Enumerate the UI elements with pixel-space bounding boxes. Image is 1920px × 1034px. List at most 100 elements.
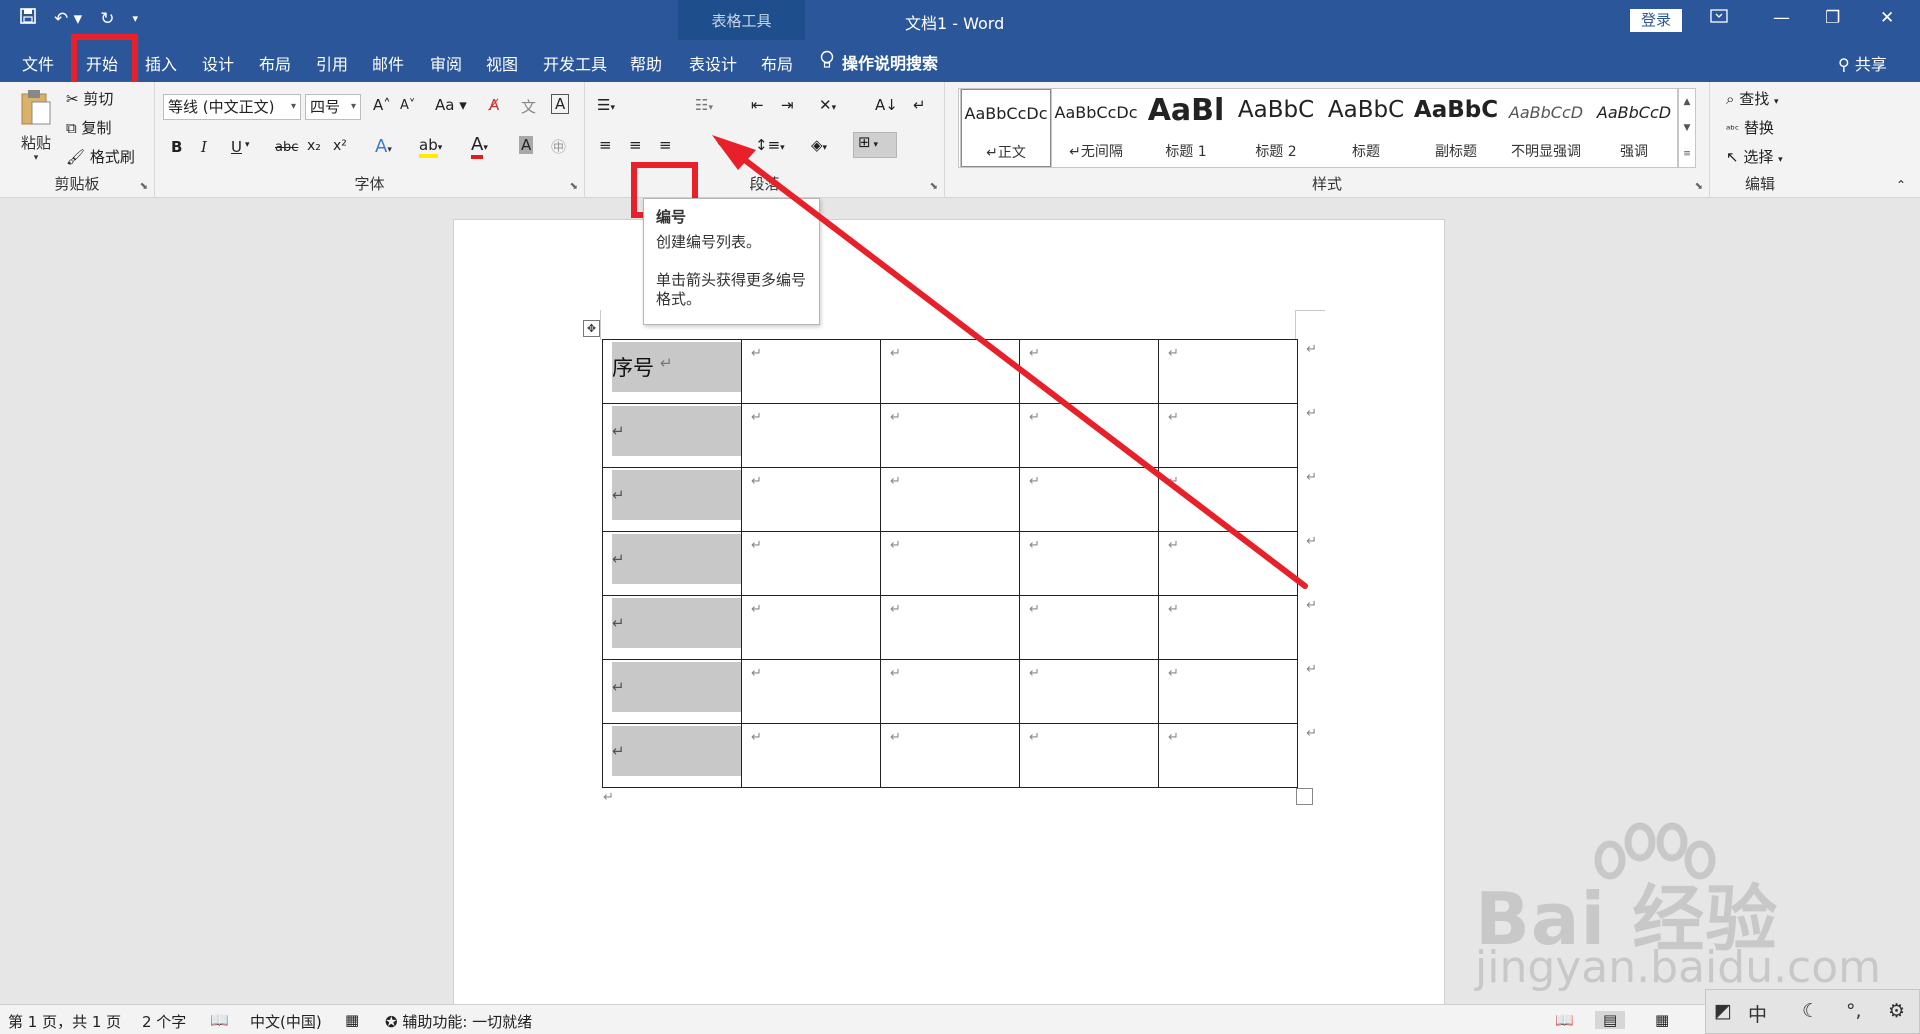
- italic-button[interactable]: I: [201, 138, 207, 156]
- sort-button[interactable]: A↓: [875, 96, 898, 114]
- minimize-icon[interactable]: —: [1773, 8, 1790, 28]
- tab-developer[interactable]: 开发工具: [543, 51, 607, 75]
- style-subtle-emphasis[interactable]: AaBbCcD 不明显强调: [1501, 89, 1591, 167]
- table-cell[interactable]: ↵ ↵: [1158, 723, 1317, 788]
- close-icon[interactable]: ✕: [1880, 8, 1894, 28]
- format-painter-button[interactable]: 🖌 格式刷: [66, 146, 135, 167]
- language-indicator[interactable]: 中文(中国): [250, 1011, 322, 1032]
- char-shading-button[interactable]: A: [519, 136, 534, 154]
- styles-launcher-icon[interactable]: ⬊: [1695, 181, 1703, 192]
- word-count[interactable]: 2 个字: [142, 1011, 186, 1032]
- tell-me-search[interactable]: 操作说明搜索: [820, 50, 938, 74]
- table-cell[interactable]: ↵: [602, 467, 742, 532]
- table-cell[interactable]: ↵ ↵: [1158, 403, 1317, 468]
- bullets-button[interactable]: ☰▾: [597, 96, 615, 114]
- show-marks-button[interactable]: ↵: [913, 96, 926, 114]
- superscript-button[interactable]: x²: [333, 138, 347, 154]
- grow-font-button[interactable]: A˄: [373, 96, 391, 114]
- align-center-button[interactable]: ≡: [629, 136, 642, 154]
- font-size-combo[interactable]: 四号 ▾: [305, 94, 361, 120]
- style-emphasis[interactable]: AaBbCcD 强调: [1589, 89, 1679, 167]
- ime-language[interactable]: 中: [1748, 1000, 1767, 1027]
- chevron-up-icon[interactable]: ▲: [1679, 89, 1695, 115]
- table-cell[interactable]: 序号 ↵: [602, 339, 742, 404]
- table-cell[interactable]: ↵: [1019, 723, 1159, 788]
- table-cell[interactable]: ↵: [1019, 531, 1159, 596]
- macro-recording-icon[interactable]: ▦: [345, 1011, 359, 1029]
- tab-insert[interactable]: 插入: [145, 51, 177, 75]
- replace-button[interactable]: ᵃᵇᶜ 替换: [1726, 117, 1774, 138]
- clear-formatting-button[interactable]: A̸: [489, 96, 499, 114]
- gear-icon[interactable]: ⚙: [1888, 1000, 1905, 1022]
- table-cell[interactable]: ↵: [602, 403, 742, 468]
- login-button[interactable]: 登录: [1630, 9, 1682, 32]
- table-cell[interactable]: ↵ ↵: [1158, 339, 1317, 404]
- underline-dropdown-icon[interactable]: ▾: [245, 140, 250, 150]
- paragraph-launcher-icon[interactable]: ⬊: [930, 181, 938, 192]
- tab-view[interactable]: 视图: [486, 51, 518, 75]
- restore-icon[interactable]: ❐: [1825, 8, 1840, 28]
- find-button[interactable]: ⌕ 查找 ▾: [1726, 88, 1779, 109]
- table-cell[interactable]: ↵: [880, 467, 1020, 532]
- table-resize-handle[interactable]: [1296, 788, 1313, 805]
- read-mode-icon[interactable]: 📖: [1555, 1011, 1574, 1029]
- chevron-down-icon[interactable]: ▼: [1679, 115, 1695, 141]
- text-effects-button[interactable]: A▾: [375, 136, 392, 157]
- highlight-button[interactable]: ab▾: [419, 136, 442, 158]
- borders-button[interactable]: ⊞ ▾: [853, 132, 897, 158]
- table-cell[interactable]: ↵ ↵: [1158, 467, 1317, 532]
- table-cell[interactable]: ↵: [1019, 659, 1159, 724]
- align-left-button[interactable]: ≡: [599, 136, 612, 154]
- change-case-button[interactable]: Aa ▾: [435, 96, 467, 114]
- enclose-chars-button[interactable]: ㊥: [551, 136, 566, 157]
- ribbon-display-options-icon[interactable]: [1710, 8, 1728, 28]
- table-cell[interactable]: ↵: [741, 595, 881, 660]
- page-count[interactable]: 第 1 页，共 1 页: [8, 1011, 121, 1032]
- table-cell[interactable]: ↵ ↵: [1158, 659, 1317, 724]
- style-heading-2[interactable]: AaBbC 标题 2: [1231, 89, 1321, 167]
- shrink-font-button[interactable]: A˅: [400, 98, 415, 113]
- table-cell[interactable]: ↵: [602, 659, 742, 724]
- tab-table-design[interactable]: 表设计: [689, 51, 737, 75]
- increase-indent-button[interactable]: ⇥: [781, 96, 794, 114]
- table-cell[interactable]: ↵: [741, 659, 881, 724]
- web-layout-icon[interactable]: ▦: [1655, 1011, 1669, 1029]
- paste-dropdown-icon[interactable]: ▾: [14, 153, 58, 163]
- table-move-handle-icon[interactable]: ✥: [583, 320, 600, 337]
- tab-review[interactable]: 审阅: [430, 51, 462, 75]
- font-launcher-icon[interactable]: ⬊: [570, 181, 578, 192]
- shading-button[interactable]: ◈▾: [811, 136, 827, 154]
- paste-button[interactable]: 粘贴 ▾: [14, 88, 58, 163]
- font-color-button[interactable]: A▾: [471, 134, 488, 159]
- table-cell[interactable]: ↵: [880, 659, 1020, 724]
- table-cell[interactable]: ↵: [602, 723, 742, 788]
- table-cell[interactable]: ↵: [602, 531, 742, 596]
- ime-mode-icon[interactable]: ◩: [1714, 1000, 1732, 1022]
- table-cell[interactable]: ↵ ↵: [1158, 595, 1317, 660]
- tab-file[interactable]: 文件: [22, 51, 54, 75]
- table-cell[interactable]: ↵: [741, 531, 881, 596]
- tab-design[interactable]: 设计: [202, 51, 234, 75]
- table-cell[interactable]: ↵: [1019, 595, 1159, 660]
- table-cell[interactable]: ↵: [1019, 467, 1159, 532]
- bold-button[interactable]: B: [171, 138, 182, 156]
- font-name-combo[interactable]: 等线 (中文正文) ▾: [163, 94, 301, 120]
- undo-icon[interactable]: ↶ ▾: [54, 9, 82, 29]
- tab-layout[interactable]: 布局: [259, 51, 291, 75]
- distributed-button[interactable]: ⇔: [717, 134, 730, 152]
- share-button[interactable]: ⚲ 共享: [1838, 51, 1887, 75]
- accessibility-status[interactable]: ✪ 辅助功能: 一切就绪: [385, 1011, 532, 1032]
- table-cell[interactable]: ↵: [880, 595, 1020, 660]
- clipboard-launcher-icon[interactable]: ⬊: [140, 181, 148, 192]
- asian-layout-button[interactable]: ✕▾: [819, 96, 836, 114]
- styles-gallery-scroll[interactable]: ▲ ▼ ≡: [1678, 88, 1696, 168]
- style-normal[interactable]: AaBbCcDc ↵正文: [960, 88, 1052, 168]
- tab-references[interactable]: 引用: [316, 51, 348, 75]
- table-cell[interactable]: ↵ ↵: [1158, 531, 1317, 596]
- collapse-ribbon-icon[interactable]: ⌃: [1896, 178, 1906, 192]
- table-cell[interactable]: ↵: [602, 595, 742, 660]
- select-button[interactable]: ↖ 选择 ▾: [1726, 146, 1783, 167]
- expand-gallery-icon[interactable]: ≡: [1679, 141, 1695, 167]
- table-cell[interactable]: ↵: [741, 339, 881, 404]
- style-heading-1[interactable]: AaBl 标题 1: [1141, 89, 1231, 167]
